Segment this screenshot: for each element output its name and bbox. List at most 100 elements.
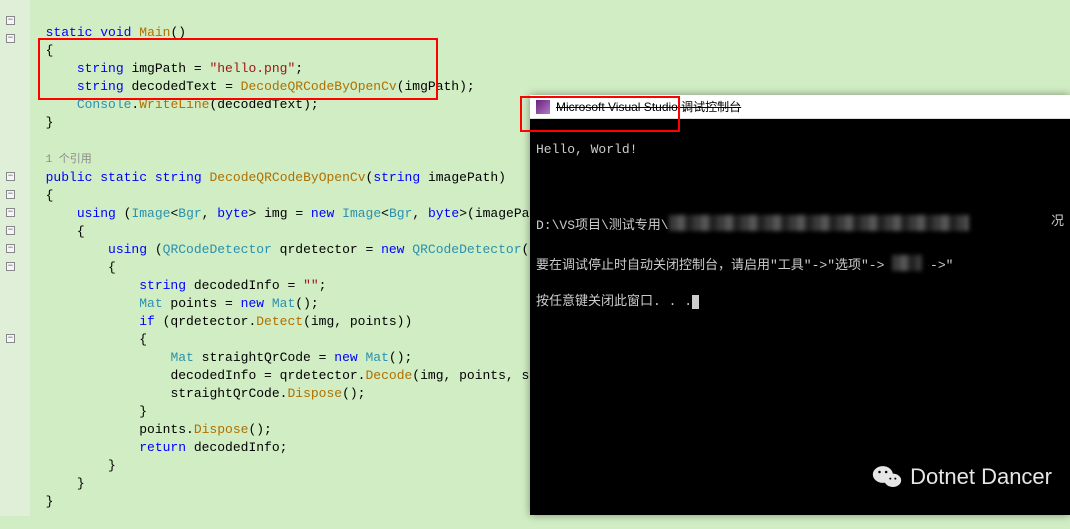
msg-text: 按任意键关闭此窗口. . . bbox=[536, 294, 692, 309]
type: Mat bbox=[139, 296, 162, 311]
var: img = bbox=[256, 206, 311, 221]
string-literal: "" bbox=[303, 278, 319, 293]
fold-icon[interactable]: − bbox=[6, 226, 15, 235]
path-text: D:\VS项目\测试专用\ bbox=[536, 218, 669, 233]
console-line-msg2: 按任意键关闭此窗口. . . bbox=[536, 293, 1064, 311]
type: Mat bbox=[170, 350, 193, 365]
console-cursor bbox=[692, 295, 699, 309]
var: straightQrCode = bbox=[194, 350, 334, 365]
fold-icon[interactable]: − bbox=[6, 190, 15, 199]
param: imagePath bbox=[428, 170, 498, 185]
console-output[interactable]: Hello, World! D:\VS项目\测试专用\ 况 要在调试停止时自动关… bbox=[530, 119, 1070, 515]
var: decodedInfo = bbox=[186, 278, 303, 293]
console-line-path: D:\VS项目\测试专用\ 况 bbox=[536, 213, 1064, 235]
kw-static: static bbox=[100, 170, 147, 185]
codelens-references[interactable]: 1 个引用 bbox=[46, 154, 92, 166]
args: (); bbox=[248, 422, 271, 437]
parens: () bbox=[170, 25, 186, 40]
visual-studio-icon bbox=[536, 100, 550, 114]
watermark-text: Dotnet Dancer bbox=[910, 464, 1052, 490]
var: qrdetector = bbox=[272, 242, 381, 257]
type: Bgr bbox=[389, 206, 412, 221]
expr: (qrdetector. bbox=[155, 314, 256, 329]
kw-new: new bbox=[311, 206, 334, 221]
brace: } bbox=[46, 115, 54, 130]
debug-console-window[interactable]: Microsoft Visual Studio 调试控制台 Hello, Wor… bbox=[530, 95, 1070, 515]
console-title: Microsoft Visual Studio 调试控制台 bbox=[556, 98, 741, 115]
paren: ( bbox=[147, 242, 163, 257]
console-line-output: Hello, World! bbox=[536, 141, 1064, 159]
args: (decodedText); bbox=[209, 97, 318, 112]
args: (); bbox=[342, 386, 365, 401]
fold-icon[interactable]: − bbox=[6, 208, 15, 217]
args: (imgPath); bbox=[397, 79, 475, 94]
watermark: Dotnet Dancer bbox=[872, 464, 1052, 490]
op: = bbox=[217, 79, 240, 94]
brace: { bbox=[139, 332, 147, 347]
kw-void: void bbox=[100, 25, 131, 40]
op: , bbox=[202, 206, 218, 221]
var: decodedText bbox=[131, 79, 217, 94]
msg-text: 要在调试停止时自动关闭控制台，请启用"工具"->"选项"-> bbox=[536, 258, 884, 273]
method-call: Dispose bbox=[194, 422, 249, 437]
semi: ; bbox=[295, 61, 303, 76]
kw-byte: byte bbox=[428, 206, 459, 221]
brace: { bbox=[46, 188, 54, 203]
method-decl: DecodeQRCodeByOpenCv bbox=[209, 170, 365, 185]
brace: } bbox=[46, 494, 54, 509]
op: < bbox=[381, 206, 389, 221]
op: , bbox=[412, 206, 428, 221]
kw-using: using bbox=[77, 206, 116, 221]
tail: 况 bbox=[1051, 213, 1064, 231]
kw-static: static bbox=[46, 25, 93, 40]
var: imgPath bbox=[131, 61, 186, 76]
fold-icon[interactable]: − bbox=[6, 34, 15, 43]
kw-string: string bbox=[77, 79, 124, 94]
kw-string: string bbox=[373, 170, 420, 185]
kw-return: return bbox=[139, 440, 186, 455]
brace: { bbox=[108, 260, 116, 275]
console-titlebar[interactable]: Microsoft Visual Studio 调试控制台 bbox=[530, 95, 1070, 119]
brace: } bbox=[77, 476, 85, 491]
fold-icon[interactable]: − bbox=[6, 334, 15, 343]
method-call: Detect bbox=[256, 314, 303, 329]
args: (); bbox=[389, 350, 412, 365]
fold-icon[interactable]: − bbox=[6, 262, 15, 271]
fold-icon[interactable]: − bbox=[6, 16, 15, 25]
kw-new: new bbox=[241, 296, 264, 311]
kw-new: new bbox=[334, 350, 357, 365]
kw-byte: byte bbox=[217, 206, 248, 221]
type: Image bbox=[342, 206, 381, 221]
paren: ) bbox=[498, 170, 506, 185]
fold-icon[interactable]: − bbox=[6, 172, 15, 181]
kw-string: string bbox=[155, 170, 202, 185]
type: QRCodeDetector bbox=[412, 242, 521, 257]
sp bbox=[264, 296, 272, 311]
expr: points. bbox=[139, 422, 194, 437]
kw-using: using bbox=[108, 242, 147, 257]
method-writeline: WriteLine bbox=[139, 97, 209, 112]
console-line-msg: 要在调试停止时自动关闭控制台，请启用"工具"->"选项"-> ->" bbox=[536, 253, 1064, 275]
var: decodedInfo; bbox=[186, 440, 287, 455]
kw-if: if bbox=[139, 314, 155, 329]
brace: { bbox=[77, 224, 85, 239]
redacted-path bbox=[669, 215, 969, 231]
expr: straightQrCode. bbox=[170, 386, 287, 401]
paren: ( bbox=[116, 206, 132, 221]
wechat-icon bbox=[872, 464, 902, 490]
method-call: Decode bbox=[365, 368, 412, 383]
msg-text: ->" bbox=[930, 258, 953, 273]
brace: { bbox=[46, 43, 54, 58]
op: > bbox=[459, 206, 467, 221]
method-main: Main bbox=[139, 25, 170, 40]
fold-icon[interactable]: − bbox=[6, 244, 15, 253]
expr: decodedInfo = qrdetector. bbox=[170, 368, 365, 383]
kw-new: new bbox=[381, 242, 404, 257]
type: Mat bbox=[366, 350, 389, 365]
type: Bgr bbox=[178, 206, 201, 221]
sp bbox=[358, 350, 366, 365]
var: points = bbox=[163, 296, 241, 311]
kw-public: public bbox=[46, 170, 93, 185]
kw-string: string bbox=[139, 278, 186, 293]
semi: ; bbox=[319, 278, 327, 293]
